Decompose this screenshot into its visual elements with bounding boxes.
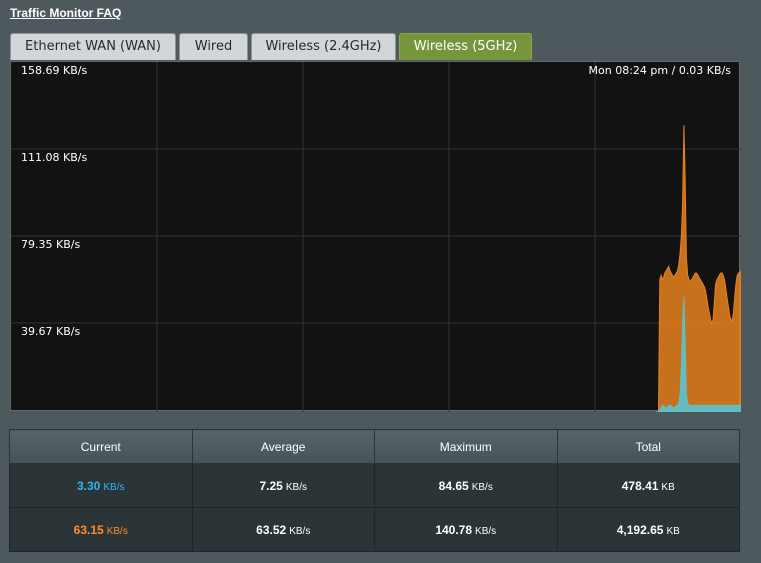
rx-maximum: 84.65 KB/s	[374, 463, 558, 508]
tx-average: 63.52 KB/s	[191, 507, 375, 552]
header-total: Total	[556, 429, 740, 464]
tx-total: 4,192.65 KB	[556, 507, 740, 552]
rx-current: 3.30 KB/s	[9, 463, 193, 508]
y-label-low: 39.67 KB/s	[21, 325, 81, 338]
traffic-graph: 158.69 KB/s 111.08 KB/s 79.35 KB/s 39.67…	[10, 61, 741, 412]
traffic-graph-canvas	[11, 62, 741, 412]
tx-maximum: 140.78 KB/s	[374, 507, 558, 552]
tx-current: 63.15 KB/s	[9, 507, 193, 552]
rx-average: 7.25 KB/s	[191, 463, 375, 508]
stats-row-rx: 3.30 KB/s 7.25 KB/s 84.65 KB/s 478.41 KB	[9, 463, 740, 508]
stats-header-row: Current Average Maximum Total	[9, 429, 740, 464]
header-maximum: Maximum	[374, 429, 558, 464]
tab-wireless-5ghz[interactable]: Wireless (5GHz)	[399, 33, 532, 60]
time-readout: Mon 08:24 pm / 0.03 KB/s	[588, 64, 731, 77]
tab-ethernet-wan[interactable]: Ethernet WAN (WAN)	[10, 33, 176, 60]
traffic-monitor-faq-link[interactable]: Traffic Monitor FAQ	[10, 6, 121, 20]
tx-series-area	[656, 125, 741, 412]
stats-row-tx: 63.15 KB/s 63.52 KB/s 140.78 KB/s 4,192.65 K…	[9, 507, 740, 552]
header-current: Current	[9, 429, 193, 464]
header-average: Average	[191, 429, 375, 464]
y-label-max: 158.69 KB/s	[21, 64, 88, 77]
y-label-high: 111.08 KB/s	[21, 151, 88, 164]
y-label-mid: 79.35 KB/s	[21, 238, 81, 251]
tab-wired[interactable]: Wired	[179, 33, 248, 60]
tab-wireless-24ghz[interactable]: Wireless (2.4GHz)	[251, 33, 396, 60]
rx-total: 478.41 KB	[556, 463, 740, 508]
traffic-stats-table: Current Average Maximum Total 3.30 KB/s 7…	[9, 429, 740, 552]
